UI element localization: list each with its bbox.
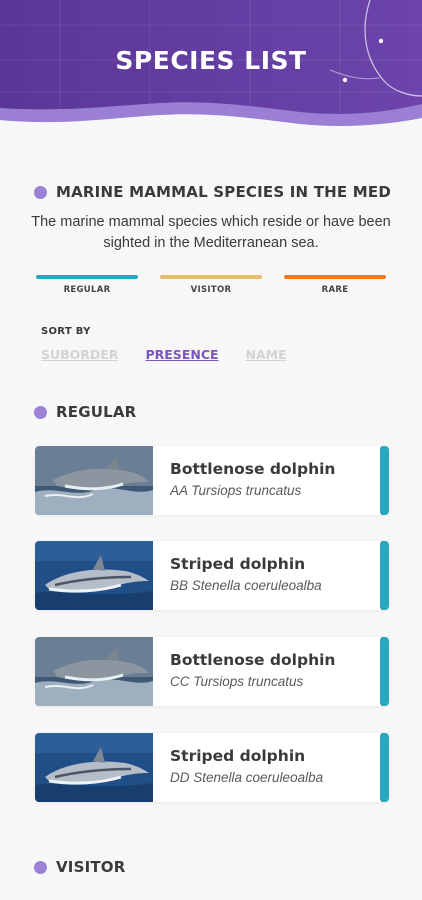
presence-legend: REGULAR VISITOR RARE bbox=[36, 275, 386, 295]
visitor-section-heading: VISITOR bbox=[34, 858, 126, 876]
species-latin-name: DD Stenella coeruleoalba bbox=[170, 770, 324, 785]
presence-indicator-regular bbox=[380, 637, 389, 706]
legend-regular-bar bbox=[36, 275, 138, 279]
intro-heading: MARINE MAMMAL SPECIES IN THE MED bbox=[34, 183, 391, 201]
species-latin-name: AA Tursiops truncatus bbox=[170, 483, 302, 498]
sort-name-option[interactable]: NAME bbox=[246, 347, 287, 362]
species-latin-name: BB Stenella coeruleoalba bbox=[170, 578, 322, 593]
legend-regular: REGULAR bbox=[36, 275, 138, 295]
presence-indicator-regular bbox=[380, 541, 389, 610]
species-card[interactable]: Bottlenose dolphin AA Tursiops truncatus bbox=[35, 446, 389, 515]
presence-indicator-regular bbox=[380, 446, 389, 515]
sort-by-label: SORT BY bbox=[41, 326, 91, 337]
sort-presence-option[interactable]: PRESENCE bbox=[145, 347, 218, 362]
species-card-body: Bottlenose dolphin AA Tursiops truncatus bbox=[153, 446, 380, 515]
species-common-name: Bottlenose dolphin bbox=[170, 460, 336, 478]
presence-indicator-regular bbox=[380, 733, 389, 802]
species-card-body: Striped dolphin DD Stenella coeruleoalba bbox=[153, 733, 380, 802]
bottlenose-dolphin-photo bbox=[35, 446, 153, 515]
header-banner: SPECIES LIST bbox=[0, 0, 422, 145]
page-title: SPECIES LIST bbox=[115, 46, 307, 75]
legend-visitor-label: VISITOR bbox=[190, 285, 232, 295]
bullet-dot-icon bbox=[34, 185, 47, 199]
legend-rare-bar bbox=[284, 275, 386, 279]
species-common-name: Striped dolphin bbox=[170, 747, 306, 765]
species-card-body: Bottlenose dolphin CC Tursiops truncatus bbox=[153, 637, 380, 706]
regular-section-heading: REGULAR bbox=[34, 403, 136, 421]
species-card-body: Striped dolphin BB Stenella coeruleoalba bbox=[153, 541, 380, 610]
legend-visitor: VISITOR bbox=[160, 275, 262, 295]
legend-regular-label: REGULAR bbox=[63, 285, 111, 295]
regular-section-title: REGULAR bbox=[56, 403, 137, 421]
striped-dolphin-photo bbox=[35, 733, 153, 802]
intro-heading-text: MARINE MAMMAL SPECIES IN THE MED bbox=[56, 183, 392, 201]
intro-description: The marine mammal species which reside o… bbox=[31, 214, 391, 251]
sort-suborder-option[interactable]: SUBORDER bbox=[41, 347, 118, 362]
species-card[interactable]: Striped dolphin DD Stenella coeruleoalba bbox=[35, 733, 389, 802]
bullet-dot-icon bbox=[34, 860, 47, 874]
bottlenose-dolphin-photo bbox=[35, 637, 153, 706]
species-latin-name: CC Tursiops truncatus bbox=[170, 674, 304, 689]
legend-rare: RARE bbox=[284, 275, 386, 295]
species-common-name: Bottlenose dolphin bbox=[170, 651, 336, 669]
species-common-name: Striped dolphin bbox=[170, 555, 306, 573]
visitor-section-title: VISITOR bbox=[56, 858, 126, 876]
species-card[interactable]: Striped dolphin BB Stenella coeruleoalba bbox=[35, 541, 389, 610]
bullet-dot-icon bbox=[34, 405, 47, 419]
sort-options: SUBORDER PRESENCE NAME bbox=[41, 347, 314, 362]
legend-visitor-bar bbox=[160, 275, 262, 279]
striped-dolphin-photo bbox=[35, 541, 153, 610]
legend-rare-label: RARE bbox=[321, 285, 349, 295]
species-card[interactable]: Bottlenose dolphin CC Tursiops truncatus bbox=[35, 637, 389, 706]
